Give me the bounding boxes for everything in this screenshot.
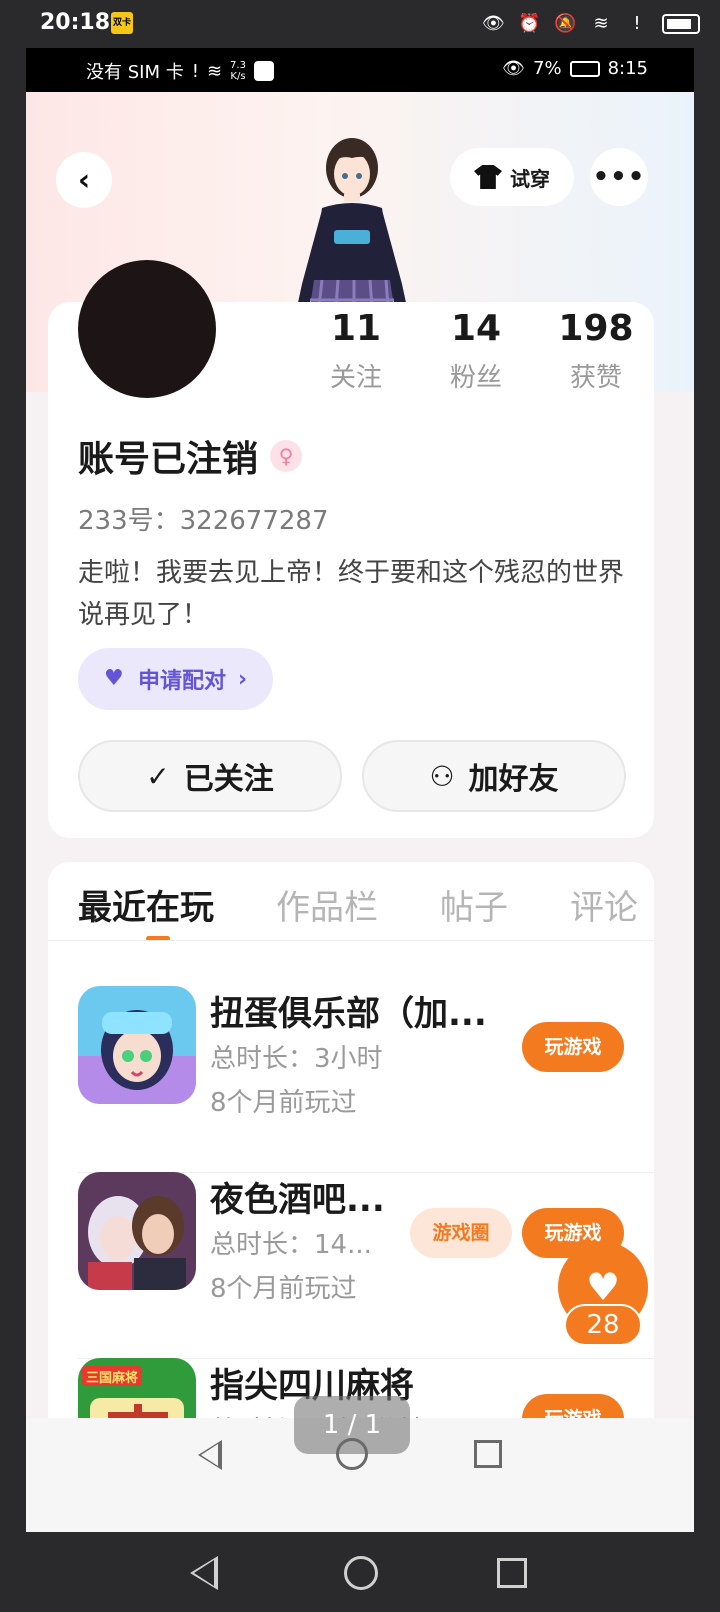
stat-label: 粉丝 [449,363,502,393]
profile-bio: 走啦！我要去见上帝！终于要和这个残忍的世界说再见了！ [78,558,625,630]
like-count: 28 [564,1304,642,1346]
device-status-bar: 20:18 双卡 👁 ⏰ 🔕 ≋ ! [0,0,720,48]
stat-label: 获赞 [569,363,622,393]
checkmark-icon: ✓ [146,759,170,793]
mute-icon: 🔕 [554,13,577,34]
chevron-left-icon: ‹ [77,162,91,198]
avatar[interactable] [78,260,216,398]
tab-works[interactable]: 作品栏 [276,880,378,929]
network-speed: 7.3 K/s [230,60,246,82]
request-pair-button[interactable]: ♥ 申请配对 › [78,648,274,710]
speed-value: 7.3 [230,60,246,71]
profile-tabs: 最近在玩 作品栏 帖子 评论 [78,880,638,941]
game-last-played: 8个月前玩过 [210,1274,357,1304]
tab-comments[interactable]: 评论 [570,880,638,929]
wifi-icon: ≋ [593,13,609,34]
battery-charging-icon [569,60,600,77]
speed-unit: K/s [230,71,246,82]
app-navigation-bar: 1 / 1 [26,1396,694,1532]
stat-following[interactable]: 11 关注 [306,308,406,394]
more-dots-icon: ••• [592,162,646,192]
phone-screen: 没有 SIM 卡 ! ≋ 7.3 K/s 👁 7% 8:15 ‹ 试穿 ••• … [26,48,694,1532]
female-gender-icon: ♀ [270,440,303,472]
stat-followers[interactable]: 14 粉丝 [426,308,526,394]
game-title: 夜色酒吧... [210,1180,385,1220]
stat-value: 11 [330,308,382,349]
heart-icon: ♥ [585,1265,621,1309]
user-id: 233号：322677287 [78,506,329,536]
eye-icon: 👁 [482,13,505,34]
name-row: 账号已注销 ♀ [78,430,303,482]
game-circle-button[interactable]: 游戏圈 [410,1208,512,1258]
game-duration: 总时长：14... [210,1230,372,1260]
game-duration: 总时长：3小时 [210,1044,383,1074]
request-pair-label: 申请配对 [138,669,227,694]
sim-alert-icon: ! [191,60,199,82]
stat-label: 关注 [329,363,382,393]
add-friend-label: 加好友 [468,762,559,797]
following-label: 已关注 [183,762,274,797]
status-time: 8:15 [607,58,648,79]
try-on-button[interactable]: 试穿 [450,148,574,206]
nav-back-icon[interactable] [198,1440,222,1470]
tab-posts[interactable]: 帖子 [440,880,508,929]
device-status-icons: 👁 ⏰ 🔕 ≋ ! [482,12,700,36]
chevron-right-icon: › [238,666,248,692]
wifi-icon: ≋ [206,60,223,82]
mahjong-icon-text: 三国麻将 [86,1370,138,1386]
device-time: 20:18 [40,10,111,35]
game-icon-gashapon [78,986,196,1104]
game-icon-night-bar [78,1172,196,1290]
nav-home-icon[interactable] [336,1438,368,1470]
notification-icon [253,61,274,81]
game-list-item[interactable]: 扭蛋俱乐部（加... 总时长：3小时 8个月前玩过 玩游戏 [78,986,654,1173]
game-last-played: 8个月前玩过 [210,1088,357,1118]
device-home-icon[interactable] [344,1556,378,1590]
stat-value: 198 [558,308,634,349]
stat-value: 14 [450,308,502,349]
game-list-item[interactable]: 夜色酒吧... 总时长：14... 8个月前玩过 游戏圈 玩游戏 [78,1172,654,1359]
tshirt-icon [474,165,502,189]
tab-recent-play[interactable]: 最近在玩 [78,880,214,941]
app-status-bar: 没有 SIM 卡 ! ≋ 7.3 K/s 👁 7% 8:15 [26,48,694,92]
device-back-icon[interactable] [190,1556,218,1590]
game-title: 扭蛋俱乐部（加... [210,994,487,1034]
stat-likes[interactable]: 198 获赞 [546,308,646,394]
more-options-button[interactable]: ••• [590,148,648,206]
alert-icon: ! [633,13,641,34]
try-on-label: 试穿 [510,166,550,191]
battery-icon [662,14,700,34]
carrier-text: 没有 SIM 卡 [86,62,184,83]
battery-percent: 7% [533,58,562,79]
dual-sim-badge: 双卡 [111,12,133,34]
divider [48,940,654,941]
alarm-icon: ⏰ [518,13,541,34]
following-button[interactable]: ✓ 已关注 [78,740,342,812]
back-button[interactable]: ‹ [56,152,112,208]
device-recent-apps-icon[interactable] [497,1558,527,1588]
profile-name: 账号已注销 [78,439,259,480]
add-user-icon: ⚇ [429,759,455,793]
play-game-button[interactable]: 玩游戏 [522,1022,624,1072]
add-friend-button[interactable]: ⚇ 加好友 [362,740,626,812]
nav-recent-apps-icon[interactable] [474,1440,502,1468]
device-navigation-bar [0,1532,720,1612]
heart-icon: ♥ [104,666,124,691]
profile-stats: 11 关注 14 粉丝 198 获赞 [306,308,646,394]
eye-icon: 👁 [502,58,526,79]
